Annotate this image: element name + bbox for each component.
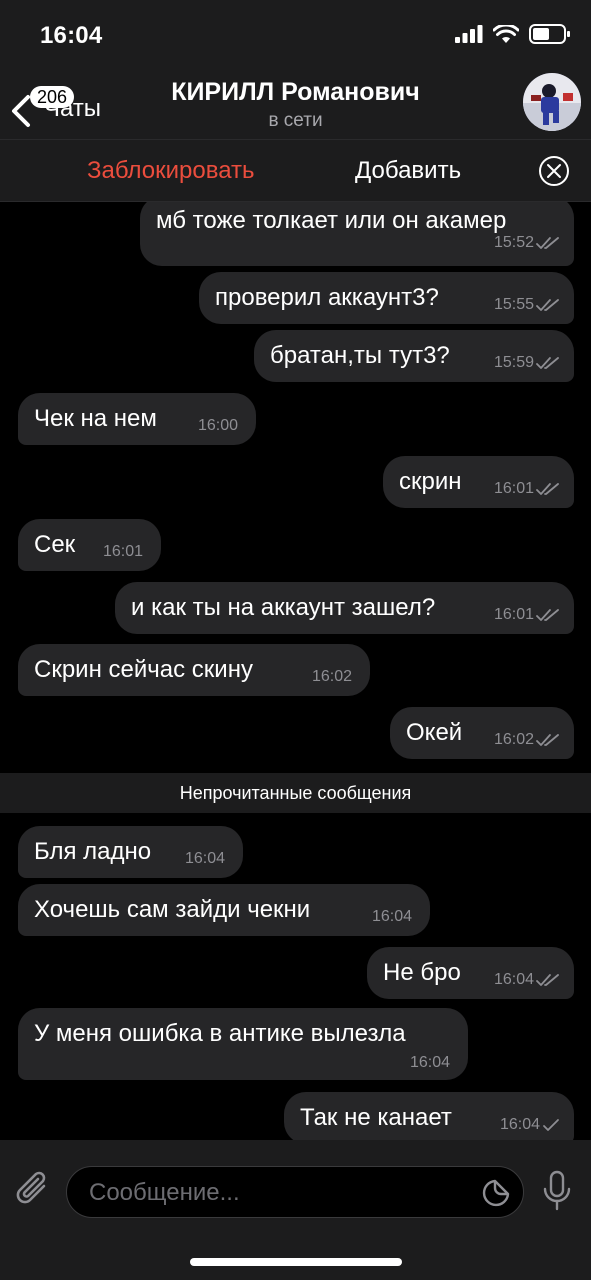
unread-divider: Непрочитанные сообщения xyxy=(0,773,591,813)
time-label: 16:01 xyxy=(493,606,534,623)
mic-icon[interactable] xyxy=(542,1170,572,1212)
message-text: У меня ошибка в антике вылезла xyxy=(34,1020,406,1047)
read-check-icon xyxy=(536,299,559,311)
add-contact-button[interactable]: Добавить xyxy=(355,157,461,185)
contact-status: в сети xyxy=(268,110,323,131)
message-bubble[interactable]: и как ты на аккаунт зашел? 16:01 xyxy=(115,582,574,634)
message-text: Скрин сейчас скину xyxy=(34,656,253,683)
back-chevron-icon xyxy=(12,95,30,127)
message-bubble[interactable]: Бля ладно 16:04 xyxy=(18,826,243,878)
unread-count-badge: 206 xyxy=(30,86,75,108)
message-bubble[interactable]: проверил аккаунт3? 15:55 xyxy=(199,272,574,324)
message-text: мб тоже толкает или он акамер xyxy=(156,207,507,234)
message-placeholder: Сообщение... xyxy=(89,1179,240,1206)
message-bubble[interactable]: братан,ты тут3? 15:59 xyxy=(254,330,574,382)
time-label: 15:52 xyxy=(493,234,534,251)
battery-icon xyxy=(529,24,570,44)
message-time: 16:04 xyxy=(372,908,412,926)
message-time: 16:04 xyxy=(185,850,225,868)
action-bar: Заблокировать Добавить xyxy=(0,140,591,202)
read-check-icon xyxy=(536,483,559,495)
time-label: 15:59 xyxy=(493,354,534,371)
read-check-icon xyxy=(536,357,559,369)
status-time: 16:04 xyxy=(40,22,103,49)
message-time: 15:55 xyxy=(494,296,560,314)
message-bubble[interactable]: мб тоже толкает или он акамер 15:52 xyxy=(140,202,574,266)
message-text: Сек xyxy=(34,531,76,558)
read-check-icon xyxy=(536,609,559,621)
time-label: 16:04 xyxy=(371,908,412,925)
avatar[interactable] xyxy=(523,73,581,131)
message-time: 16:01 xyxy=(494,606,560,624)
message-bubble[interactable]: скрин 16:01 xyxy=(383,456,574,508)
read-check-icon xyxy=(536,734,559,746)
time-label: 16:04 xyxy=(499,1116,540,1133)
message-time: 16:02 xyxy=(312,668,352,686)
message-time: 15:59 xyxy=(494,354,560,372)
message-text: Не бро xyxy=(383,959,461,986)
message-text: Хочешь сам зайди чекни xyxy=(34,896,311,923)
message-time: 16:04 xyxy=(500,1116,560,1134)
message-time: 16:01 xyxy=(494,480,560,498)
message-bubble[interactable]: Сек 16:01 xyxy=(18,519,161,571)
message-bubble[interactable]: Скрин сейчас скину 16:02 xyxy=(18,644,370,696)
close-circle-icon[interactable] xyxy=(538,155,570,187)
message-text: Так не канает xyxy=(300,1104,452,1131)
read-check-icon xyxy=(536,237,559,249)
message-list[interactable]: мб тоже толкает или он акамер 15:52 пров… xyxy=(0,202,591,1140)
message-bubble[interactable]: Так не канает 16:04 xyxy=(284,1092,574,1140)
contact-info[interactable]: КИРИЛЛ Романович в сети xyxy=(120,78,471,132)
message-bubble[interactable]: Чек на нем 16:00 xyxy=(18,393,256,445)
sent-check-icon xyxy=(543,1119,559,1131)
back-button[interactable]: Чаты 206 xyxy=(10,86,120,128)
signal-icon xyxy=(455,25,483,43)
status-bar: 16:04 xyxy=(0,0,591,70)
message-bubble[interactable]: Не бро 16:04 xyxy=(367,947,574,999)
message-text: Окей xyxy=(406,719,463,746)
block-button[interactable]: Заблокировать xyxy=(87,157,255,185)
time-label: 16:02 xyxy=(311,668,352,685)
attach-icon[interactable] xyxy=(14,1170,52,1210)
home-indicator[interactable] xyxy=(190,1258,402,1266)
message-text: братан,ты тут3? xyxy=(270,342,450,369)
wifi-icon xyxy=(493,24,519,43)
message-bubble[interactable]: Окей 16:02 xyxy=(390,707,574,759)
time-label: 16:04 xyxy=(184,850,225,867)
message-bubble[interactable]: Хочешь сам зайди чекни 16:04 xyxy=(18,884,430,936)
chat-header: Чаты 206 КИРИЛЛ Романович в сети xyxy=(0,70,591,140)
message-text: и как ты на аккаунт зашел? xyxy=(131,594,436,621)
message-bubble[interactable]: У меня ошибка в антике вылезла 16:04 xyxy=(18,1008,468,1080)
message-time: 15:52 xyxy=(494,234,560,252)
read-check-icon xyxy=(536,974,559,986)
message-time: 16:04 xyxy=(410,1054,450,1072)
contact-name: КИРИЛЛ Романович xyxy=(171,78,420,106)
message-text: проверил аккаунт3? xyxy=(215,284,439,311)
message-time: 16:00 xyxy=(198,417,238,435)
time-label: 16:01 xyxy=(493,480,534,497)
message-input[interactable]: Сообщение... xyxy=(66,1166,524,1218)
message-time: 16:04 xyxy=(494,971,560,989)
message-time: 16:02 xyxy=(494,731,560,749)
time-label: 16:04 xyxy=(409,1054,450,1071)
time-label: 16:01 xyxy=(102,543,143,560)
time-label: 16:02 xyxy=(493,731,534,748)
time-label: 16:00 xyxy=(197,417,238,434)
message-text: скрин xyxy=(399,468,462,495)
time-label: 16:04 xyxy=(493,971,534,988)
status-icons xyxy=(455,24,571,44)
message-text: Бля ладно xyxy=(34,838,152,865)
time-label: 15:55 xyxy=(493,296,534,313)
sticker-icon[interactable] xyxy=(481,1178,511,1208)
message-text: Чек на нем xyxy=(34,405,157,432)
message-time: 16:01 xyxy=(103,543,143,561)
